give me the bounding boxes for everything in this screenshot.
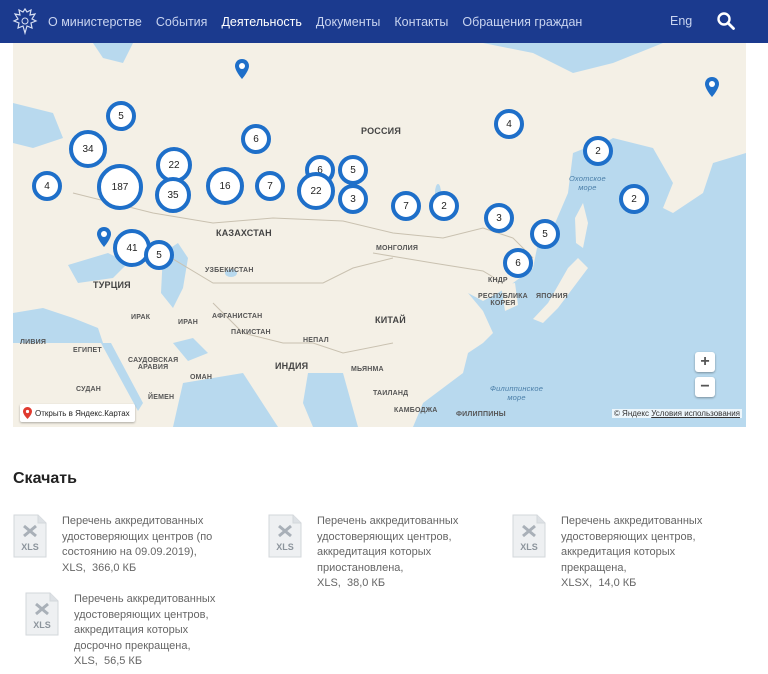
map-cluster[interactable]: 35 [155,177,191,213]
map[interactable]: РОССИЯ КАЗАХСТАН МОНГОЛИЯ КИТАЙ ИНДИЯ ТУ… [13,43,746,427]
label-china: КИТАЙ [375,315,406,325]
label-turkey: ТУРЦИЯ [93,280,131,290]
file-size: 366,0 КБ [91,561,137,574]
label-thailand: ТАИЛАНД [373,390,409,397]
nav-appeals[interactable]: Обращения граждан [462,15,582,29]
map-cluster[interactable]: 2 [429,191,459,221]
label-japan: ЯПОНИЯ [536,293,568,300]
terms-of-use-link[interactable]: Условия использования [651,409,740,418]
xls-file-icon: XLS [13,514,47,558]
map-cluster[interactable]: 4 [32,171,62,201]
map-cluster[interactable]: 7 [255,171,285,201]
file-ext: XLS [74,655,95,667]
zoom-out-button[interactable]: − [695,377,715,397]
map-cluster[interactable]: 6 [503,248,533,278]
map-cluster[interactable]: 5 [144,240,174,270]
map-cluster[interactable]: 2 [583,136,613,166]
label-egypt: ЕГИПЕТ [73,347,102,354]
label-kazakhstan: КАЗАХСТАН [216,228,272,238]
file-type-label: XLS [21,542,39,552]
map-cluster[interactable]: 5 [530,219,560,249]
map-cluster[interactable]: 187 [97,164,143,210]
search-icon[interactable] [716,11,736,31]
map-cluster[interactable]: 3 [484,203,514,233]
file-size: 56,5 КБ [103,655,143,667]
file-size: 38,0 КБ [346,577,386,589]
xls-file-icon: XLS [25,592,59,636]
file-ext: XLS [62,561,83,574]
label-russia: РОССИЯ [361,126,402,136]
map-copyright: © Яндекс Условия использования [611,409,742,418]
label-libya: ЛИВИЯ [20,339,47,346]
label-nepal: НЕПАЛ [303,337,329,344]
map-pin-icon[interactable] [97,227,111,247]
file-ext: XLSX [561,577,590,589]
label-afghanistan: АФГАНИСТАН [212,313,263,320]
nav-contacts[interactable]: Контакты [394,15,448,29]
xls-file-icon: XLS [512,514,546,558]
download-title[interactable]: Перечень аккредитованных удостоверяющих … [317,515,458,574]
file-type-label: XLS [276,542,294,552]
main-nav: О министерстве События Деятельность Доку… [48,0,596,43]
label-okhotsk-sea: Охотское море [569,174,606,192]
label-yemen: ЙЕМЕН [148,394,175,401]
open-in-yandex-maps-label: Открыть в Яндекс.Картах [35,408,130,418]
file-ext: XLS [317,577,338,589]
map-cluster[interactable]: 2 [619,184,649,214]
label-oman: ОМАН [190,374,213,381]
label-uzbekistan: УЗБЕКИСТАН [205,267,254,274]
map-cluster[interactable]: 6 [241,124,271,154]
label-india: ИНДИЯ [275,361,309,371]
label-korea: РЕСПУБЛИКА КОРЕЯ [478,293,528,307]
xls-file-icon: XLS [268,514,302,558]
coat-of-arms-icon[interactable] [12,7,38,35]
map-cluster[interactable]: 22 [297,172,335,210]
label-iraq: ИРАК [131,314,151,321]
label-sudan: СУДАН [76,386,102,393]
map-pin-icon[interactable] [235,59,249,79]
label-philippine-sea: Филиппинское море [490,384,544,402]
label-saudi-arabia: САУДОВСКАЯ АРАВИЯ [128,357,179,371]
nav-documents[interactable]: Документы [316,15,380,29]
label-cambodia: КАМБОДЖА [394,407,438,414]
map-cluster[interactable]: 16 [206,167,244,205]
map-cluster[interactable]: 4 [494,109,524,139]
nav-activity[interactable]: Деятельность [221,15,301,29]
map-cluster[interactable]: 34 [69,130,107,168]
label-myanmar: МЬЯНМА [351,366,384,373]
nav-about[interactable]: О министерстве [48,15,142,29]
label-kndr: КНДР [488,277,508,284]
map-cluster[interactable]: 7 [391,191,421,221]
download-title[interactable]: Перечень аккредитованных удостоверяющих … [74,593,215,652]
map-cluster[interactable]: 5 [338,155,368,185]
downloads-title: Скачать [13,470,77,487]
map-marker-icon [23,407,32,419]
download-title[interactable]: Перечень аккредитованных удостоверяющих … [561,515,702,574]
open-in-yandex-maps-button[interactable]: Открыть в Яндекс.Картах [20,404,135,422]
nav-events[interactable]: События [156,15,208,29]
label-pakistan: ПАКИСТАН [231,329,271,336]
map-pin-icon[interactable] [705,77,719,97]
map-cluster[interactable]: 3 [338,184,368,214]
label-iran: ИРАН [178,319,198,326]
language-switch[interactable]: Eng [670,14,692,28]
map-cluster[interactable]: 5 [106,101,136,131]
site-header: О министерстве События Деятельность Доку… [0,0,768,43]
download-title[interactable]: Перечень аккредитованных удостоверяющих … [62,515,212,558]
zoom-in-button[interactable]: + [695,352,715,372]
label-mongolia: МОНГОЛИЯ [376,245,419,252]
copyright-text: © Яндекс [613,409,649,418]
file-type-label: XLS [520,542,538,552]
file-type-label: XLS [33,620,51,630]
label-philippines: ФИЛИППИНЫ [456,411,506,418]
file-size: 14,0 КБ [598,577,637,589]
